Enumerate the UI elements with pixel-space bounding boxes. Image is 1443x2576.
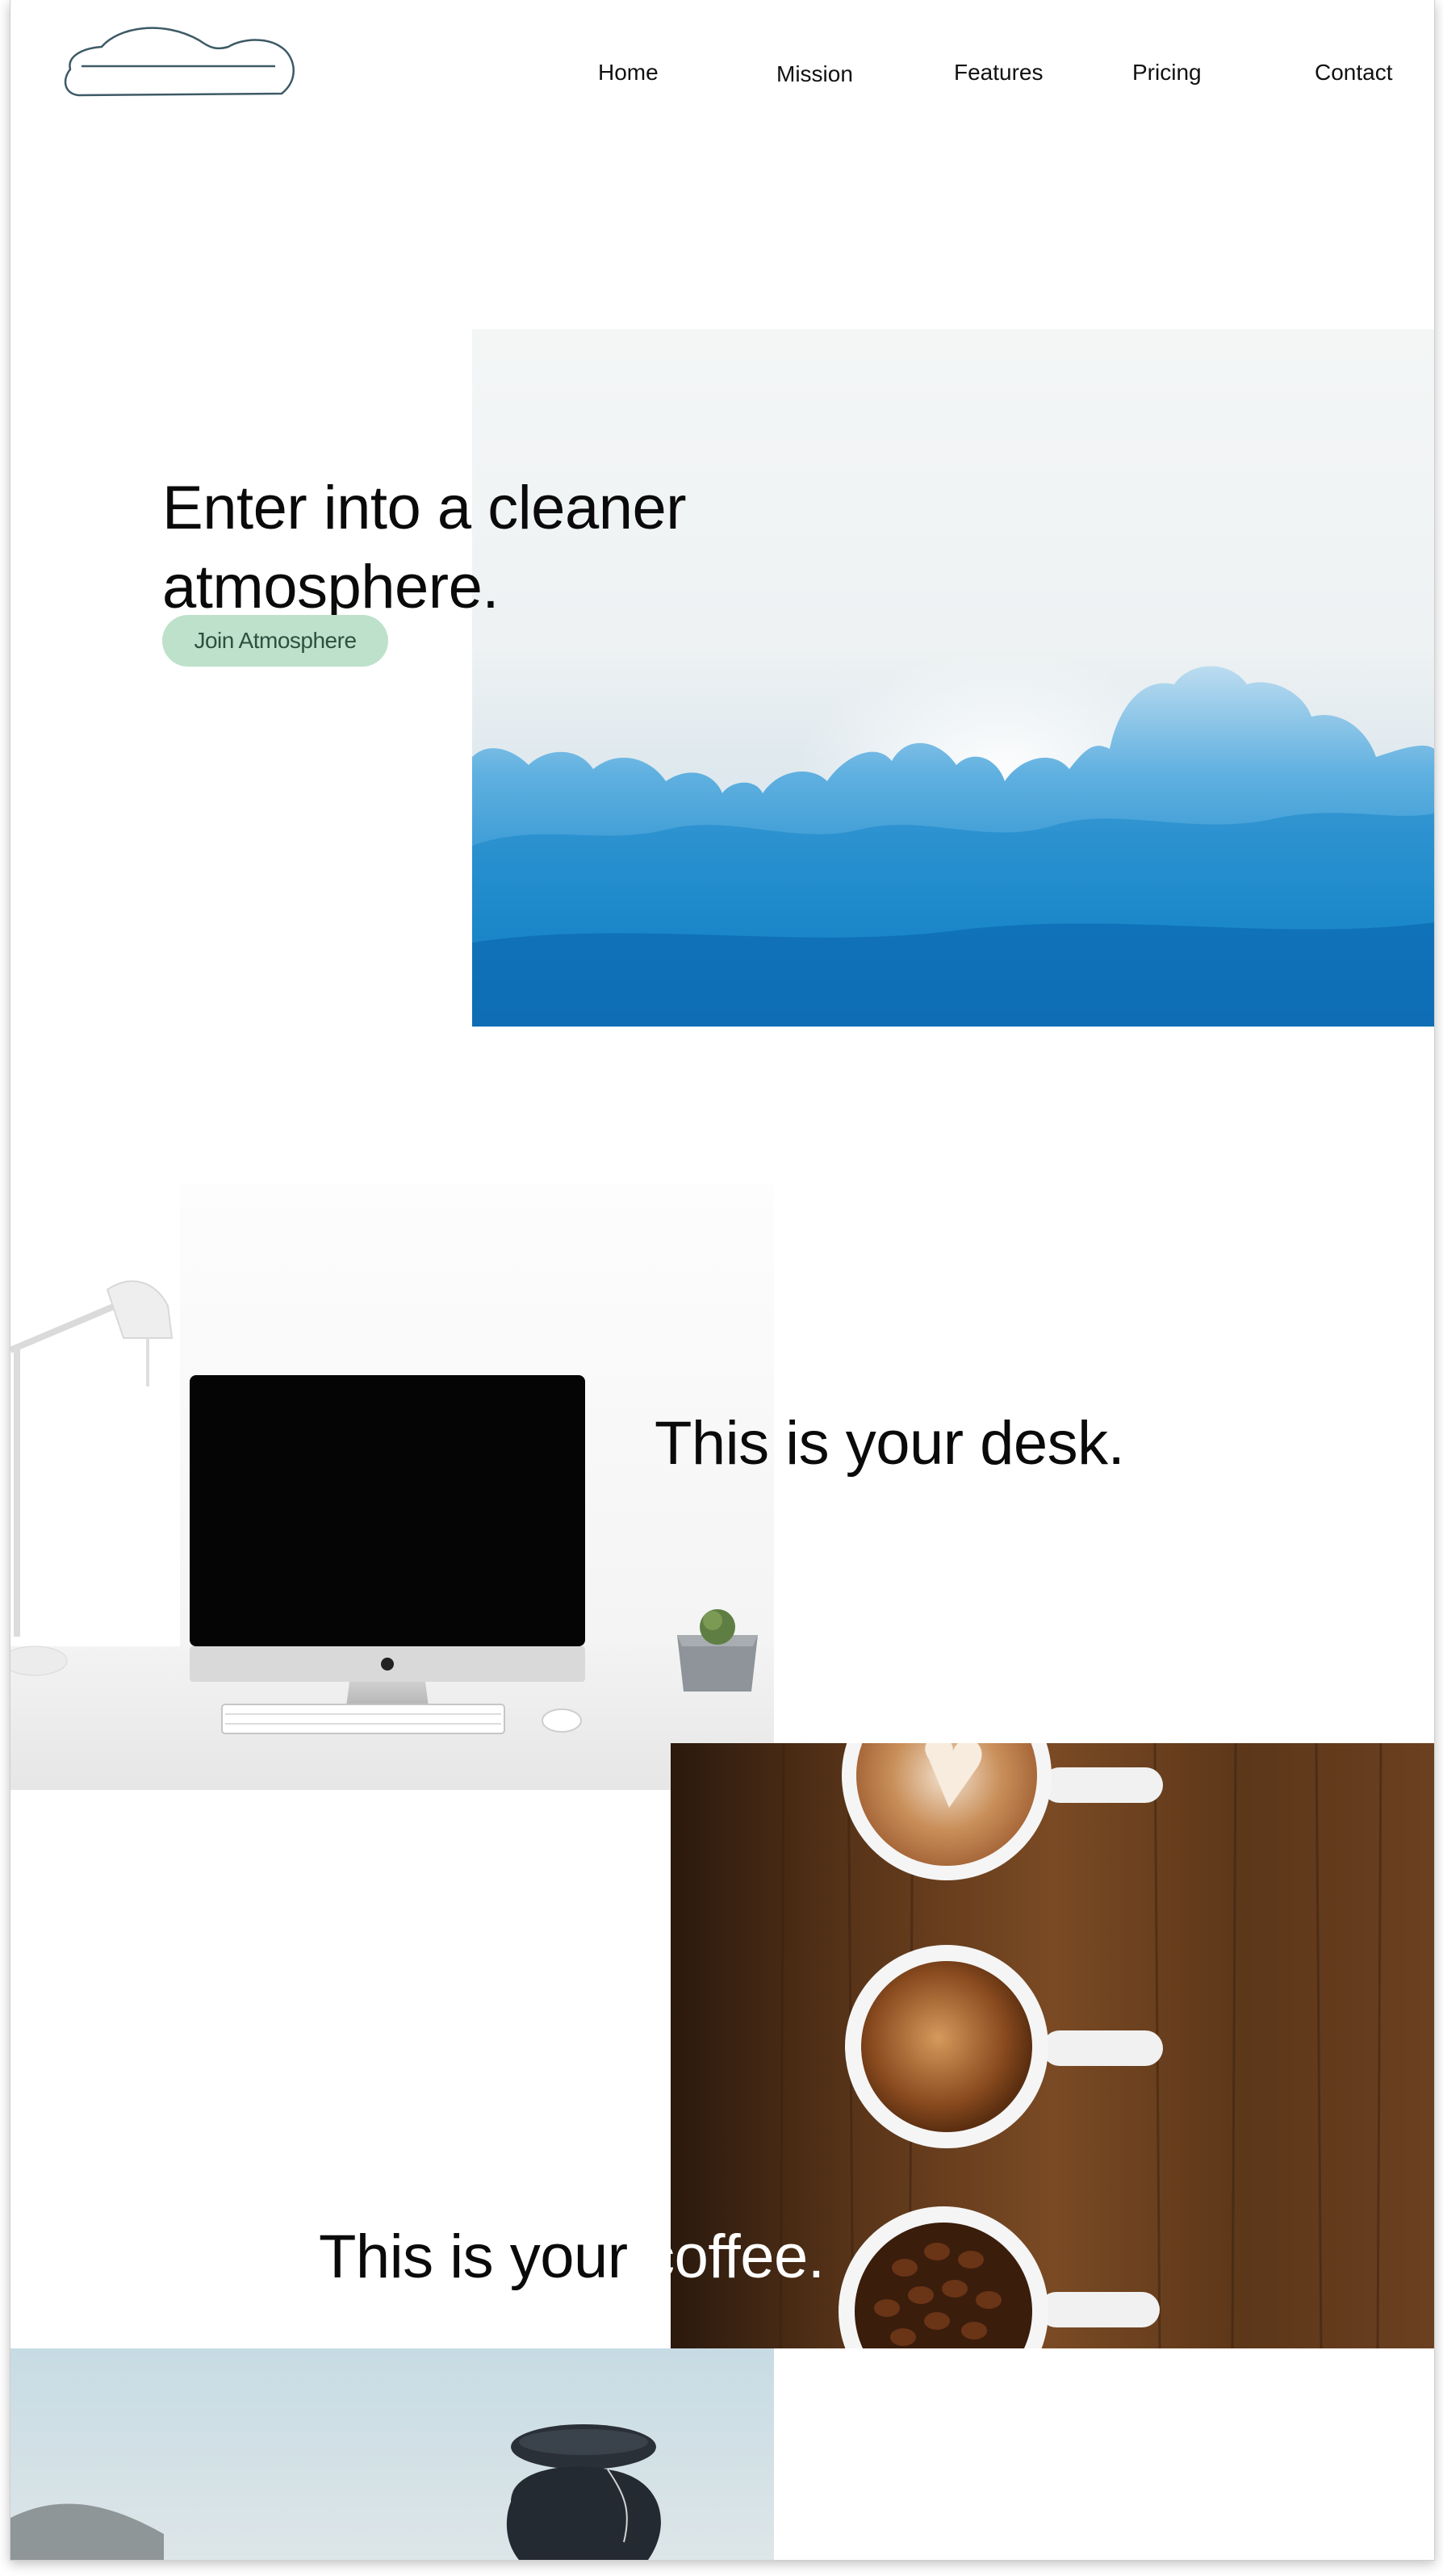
stones-image bbox=[10, 2348, 774, 2560]
nav-home-link[interactable]: Home bbox=[598, 60, 659, 86]
nav-mission-link[interactable]: Mission bbox=[776, 61, 853, 87]
hero-title: Enter into a cleaner atmosphere. bbox=[162, 473, 687, 621]
main-nav: Home Mission Features Pricing Contact bbox=[10, 60, 1434, 92]
desk-image bbox=[10, 1185, 774, 1790]
desk-title: This is your desk. bbox=[655, 1409, 1125, 1478]
hero-clouds-image bbox=[472, 329, 1434, 1027]
nav-features-link[interactable]: Features bbox=[954, 60, 1044, 86]
coffee-title: This is your coffee. bbox=[319, 2222, 825, 2292]
page: Home Mission Features Pricing Contact En… bbox=[10, 0, 1435, 2561]
coffee-title-dark-part: This is your bbox=[319, 2223, 645, 2292]
coffee-title-light-part: coffee. bbox=[644, 2223, 825, 2292]
nav-contact-link[interactable]: Contact bbox=[1315, 60, 1393, 86]
join-atmosphere-button[interactable]: Join Atmosphere bbox=[162, 615, 388, 667]
nav-pricing-link[interactable]: Pricing bbox=[1132, 60, 1202, 86]
